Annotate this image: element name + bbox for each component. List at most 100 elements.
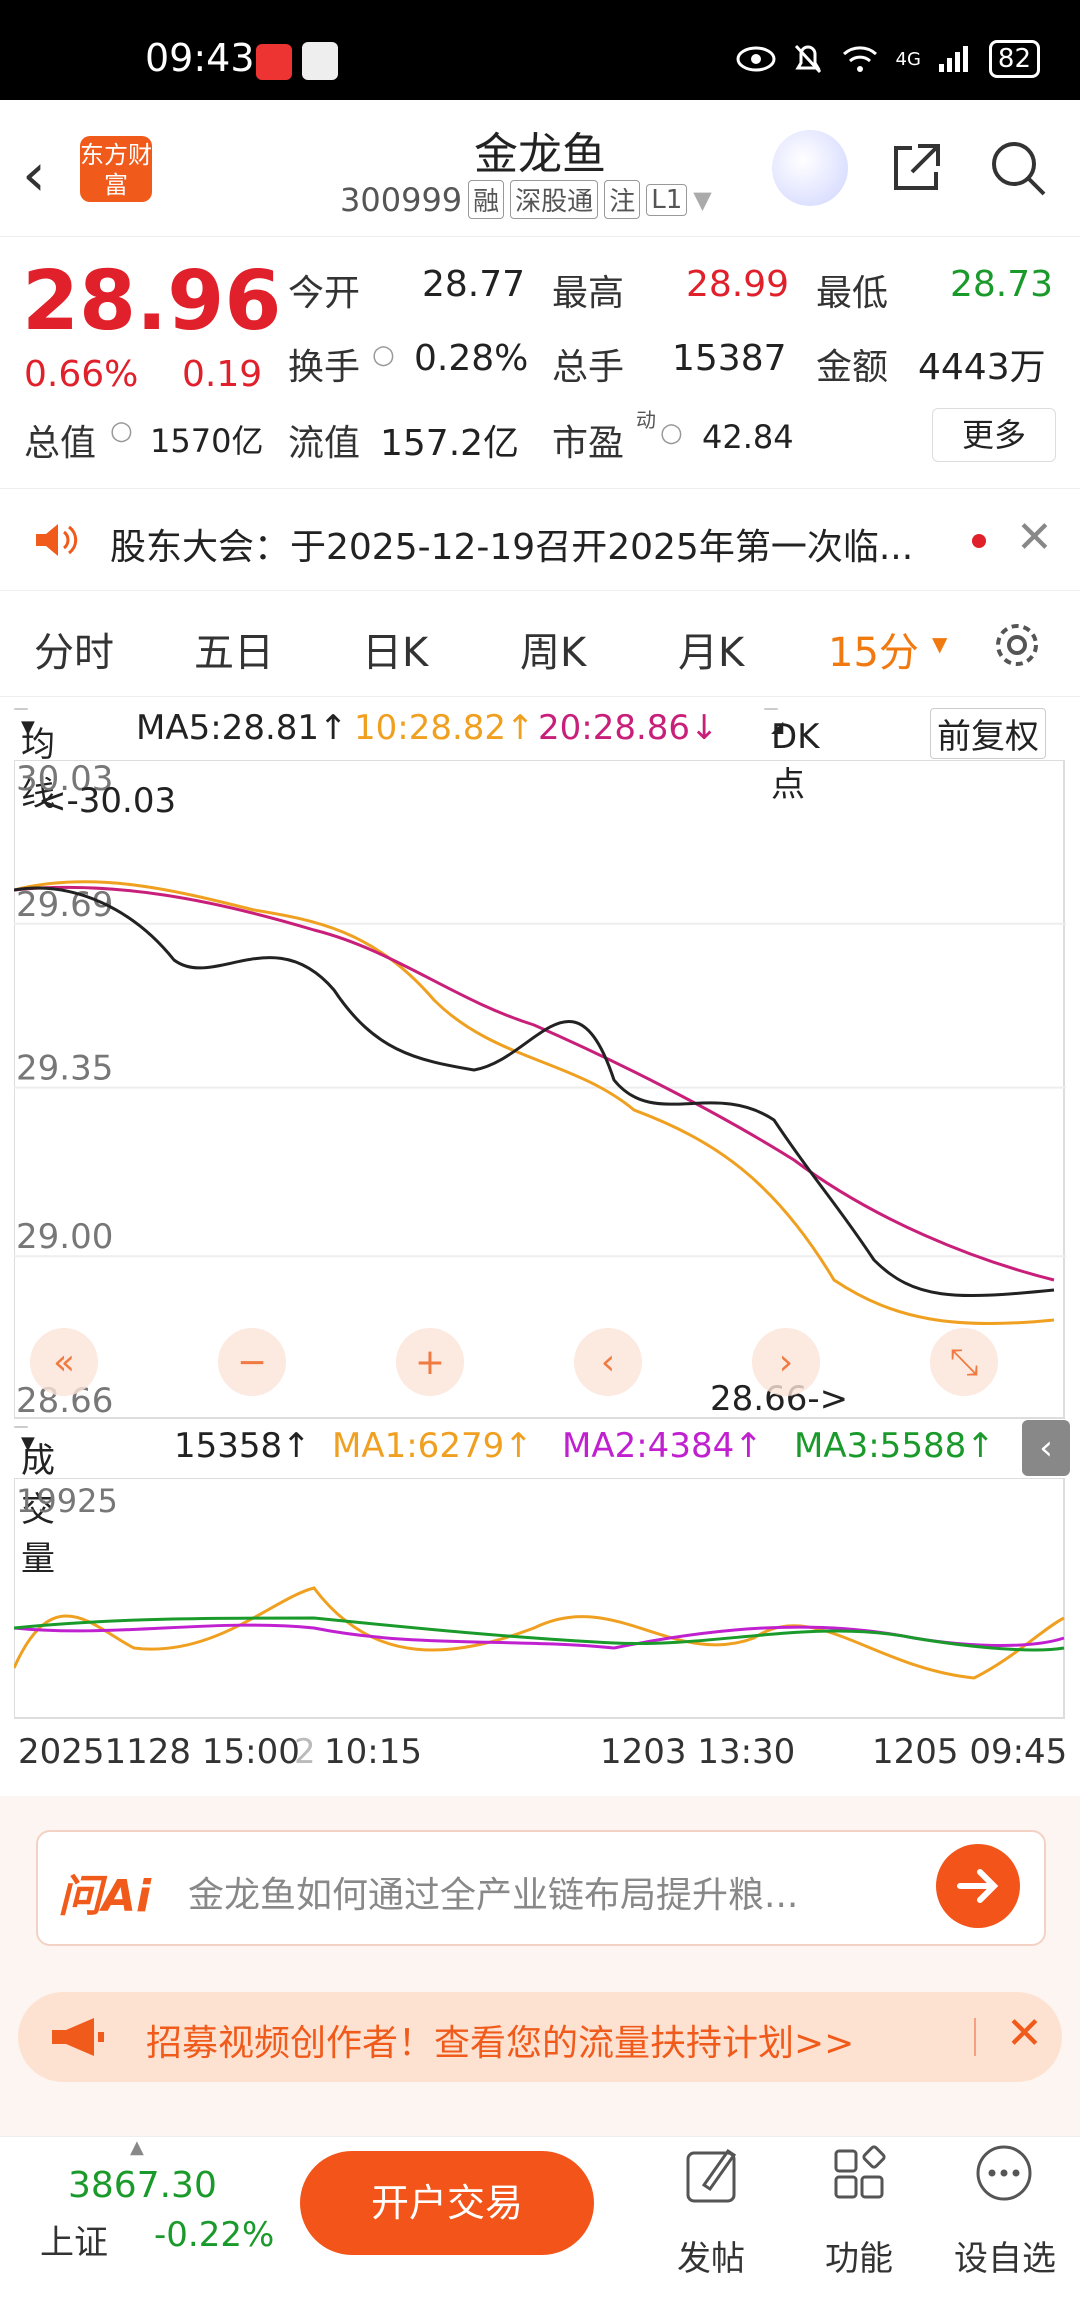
- speaker-icon: [36, 524, 78, 556]
- volume-value: 15358↑: [174, 1426, 311, 1466]
- adjust-button[interactable]: 前复权: [930, 708, 1046, 759]
- bottom-bar: ▲ 3867.30 上证 -0.22% 开户交易 发帖 功能 设自选: [0, 2136, 1080, 2311]
- ai-submit-button[interactable]: [936, 1844, 1020, 1928]
- collapse-panel-button[interactable]: ‹: [1022, 1420, 1070, 1476]
- pe-label: 市盈: [552, 423, 625, 464]
- network-type: 4G: [895, 48, 921, 70]
- pe-value: 42.84: [702, 418, 794, 456]
- add-watchlist-label: 设自选: [954, 2239, 1056, 2279]
- corner-icon: ◢: [771, 717, 784, 736]
- ma-indicator-bar: 均线 ▼ MA5:28.81↑ 10:28.82↑ 20:28.86↓ DK点 …: [0, 700, 1080, 814]
- chart-frame: [14, 760, 1065, 1419]
- next-icon[interactable]: ›: [779, 1342, 793, 1383]
- info-icon[interactable]: ○: [660, 418, 683, 448]
- tab-daily-k[interactable]: 日K: [362, 620, 428, 678]
- vol-ma2: MA2:4384↑: [562, 1426, 763, 1466]
- eye-icon: [736, 46, 775, 72]
- vol-ma1: MA1:6279↑: [332, 1426, 533, 1466]
- more-button[interactable]: 更多: [932, 408, 1056, 462]
- recruit-text: 招募视频创作者！查看您的流量扶持计划>>: [146, 2023, 855, 2064]
- index-change: -0.22%: [154, 2215, 275, 2255]
- low-value: 28.73: [950, 264, 1054, 305]
- ma10-line: [14, 880, 1055, 1326]
- index-name: 上证: [40, 2223, 108, 2263]
- volume-label: 总手: [552, 347, 625, 388]
- tab-weekly-k[interactable]: 周K: [520, 620, 586, 678]
- search-icon[interactable]: [988, 138, 1048, 198]
- zoom-in-icon[interactable]: +: [415, 1342, 445, 1383]
- expand-caret-icon[interactable]: ▲: [130, 2137, 144, 2158]
- ma10-value: 10:28.82↑: [354, 708, 535, 748]
- ai-robot-icon[interactable]: [772, 130, 848, 206]
- battery-icon: 82: [988, 40, 1040, 78]
- open-account-button[interactable]: 开户交易: [300, 2151, 594, 2255]
- caret-down-icon: ▼: [21, 717, 35, 738]
- volume-max-label: 19925: [16, 1482, 118, 1520]
- period-tabs: 分时 五日 日K 周K 月K 15分 ▼: [0, 592, 1080, 697]
- x-tick-label: 20251128 15:00: [18, 1732, 300, 1772]
- kline-chart[interactable]: 30.0329.6929.3529.0028.66<-30.0328.66->«…: [14, 760, 1066, 1420]
- float-value: 157.2亿: [380, 423, 520, 464]
- stock-code-row[interactable]: 300999 融 深股通 注 L1 ▼: [340, 180, 712, 219]
- ai-logo: 问Ai: [58, 1871, 152, 1922]
- float-label: 流值: [288, 423, 361, 464]
- notice-text: 股东大会：于2025-12-19召开2025年第一次临...: [110, 527, 914, 568]
- pe-superscript: 动: [636, 408, 656, 432]
- ma5-line: [14, 886, 1055, 1298]
- volume-frame: [14, 1478, 1065, 1719]
- x-tick-label: 1205 09:45: [872, 1732, 1068, 1772]
- expand-icon[interactable]: ⤡: [950, 1342, 979, 1383]
- high-annotation: <-30.03: [38, 781, 176, 821]
- double-left-icon[interactable]: «: [53, 1342, 75, 1383]
- stock-code: 300999: [340, 180, 463, 219]
- volume-chart[interactable]: 19925: [14, 1478, 1066, 1728]
- tab-five-day[interactable]: 五日: [194, 620, 274, 678]
- arrow-right-icon: [957, 1869, 999, 1903]
- tag-margin: 融: [468, 180, 505, 219]
- recruit-banner[interactable]: 招募视频创作者！查看您的流量扶持计划>> ✕: [18, 1992, 1062, 2082]
- gear-icon[interactable]: [990, 618, 1044, 672]
- turnover-label: 换手: [288, 347, 361, 388]
- x-tick-label: 2: [294, 1732, 316, 1772]
- megaphone-icon: [52, 2018, 104, 2056]
- tag-connect: 深股通: [510, 180, 599, 219]
- status-time: 09:43: [145, 36, 255, 80]
- ma20-line: [14, 885, 1055, 1282]
- ma-select[interactable]: 均线 ▼: [14, 708, 55, 814]
- ai-question-text: 金龙鱼如何通过全产业链布局提升粮...: [188, 1875, 799, 1916]
- zoom-out-icon[interactable]: −: [237, 1342, 267, 1383]
- dk-point-button[interactable]: DK点 ◢: [764, 708, 819, 805]
- edit-icon: [686, 2148, 737, 2203]
- amount-label: 金额: [816, 347, 889, 388]
- notice-bar[interactable]: 股东大会：于2025-12-19召开2025年第一次临... ✕: [0, 490, 1080, 591]
- stock-header: ‹ 东方财富 金龙鱼 300999 融 深股通 注 L1 ▼: [0, 100, 1080, 237]
- tab-15min[interactable]: 15分: [828, 620, 919, 678]
- last-price: 28.96: [22, 254, 282, 349]
- tab-monthly-k[interactable]: 月K: [678, 620, 744, 678]
- chevron-down-icon: ▼: [693, 185, 712, 214]
- tag-registered: 注: [604, 180, 641, 219]
- unread-dot: [972, 534, 986, 548]
- low-label: 最低: [816, 273, 889, 314]
- info-icon[interactable]: ○: [372, 340, 395, 370]
- high-label: 最高: [552, 273, 625, 314]
- avatar-app-icon: [302, 42, 338, 80]
- amount-value: 4443万: [918, 347, 1046, 388]
- ai-question-box[interactable]: 问Ai 金龙鱼如何通过全产业链布局提升粮...: [36, 1830, 1046, 1946]
- index-value[interactable]: 3867.30: [68, 2165, 217, 2206]
- volume-select[interactable]: 成交量 ▼: [14, 1426, 55, 1579]
- close-icon[interactable]: ✕: [1016, 512, 1053, 563]
- prev-icon[interactable]: ‹: [601, 1342, 615, 1383]
- tab-intraday[interactable]: 分时: [34, 620, 114, 678]
- open-value: 28.77: [422, 264, 526, 305]
- info-icon[interactable]: ○: [110, 416, 133, 446]
- change-amount: 0.19: [182, 354, 263, 395]
- function-label: 功能: [825, 2239, 893, 2279]
- share-icon[interactable]: [888, 138, 944, 194]
- vol-ma1-line: [14, 1586, 1065, 1680]
- close-icon[interactable]: ✕: [1006, 2008, 1043, 2059]
- ma20-value: 20:28.86↓: [538, 708, 719, 748]
- caret-down-icon: ▼: [932, 632, 948, 656]
- mktcap-value: 1570亿: [150, 422, 264, 460]
- tag-level: L1: [646, 183, 688, 216]
